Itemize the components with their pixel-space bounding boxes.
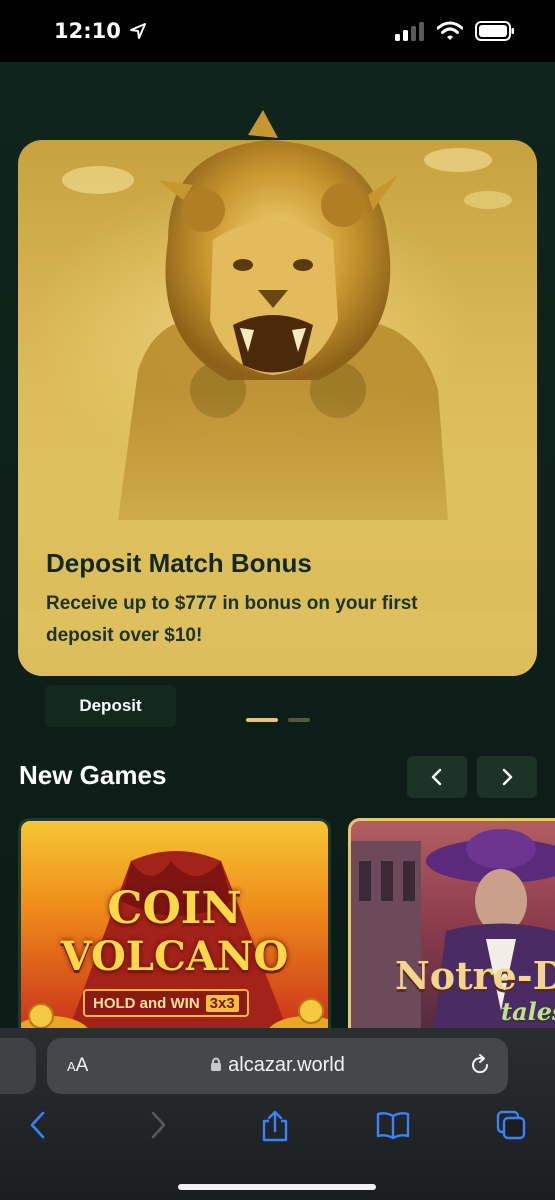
- casino-app: Deposit Match Bonus Receive up to $777 i…: [0, 62, 555, 1028]
- lock-icon: [211, 1057, 222, 1071]
- status-time: 12:10: [54, 19, 147, 43]
- promo-card[interactable]: Deposit Match Bonus Receive up to $777 i…: [18, 110, 537, 727]
- game-card-coin-volcano[interactable]: COIN VOLCANO HOLD and WIN 3x3: [18, 818, 331, 1028]
- browser-toolbar: [0, 1110, 555, 1150]
- carousel-dots: [246, 718, 310, 722]
- hold-and-win-badge: HOLD and WIN 3x3: [83, 989, 249, 1017]
- game-title-line2: tales: [501, 997, 555, 1026]
- promo-description: Receive up to $777 in bonus on your firs…: [46, 593, 418, 646]
- location-arrow-icon: [129, 23, 146, 39]
- promo-title: Deposit Match Bonus: [46, 548, 312, 578]
- game-title-line1: COIN: [107, 883, 242, 934]
- forward-icon[interactable]: [148, 1110, 168, 1140]
- address-bar[interactable]: AA alcazar.world: [47, 1038, 508, 1094]
- game-title-line2: VOLCANO: [60, 933, 289, 980]
- browser-bottom-bar: AA alcazar.world: [0, 1028, 555, 1200]
- previous-tab-peek[interactable]: [0, 1038, 36, 1094]
- share-icon[interactable]: [260, 1110, 290, 1142]
- lion-illustration: [18, 110, 537, 610]
- carousel-dot[interactable]: [288, 718, 310, 722]
- games-prev-button[interactable]: [407, 756, 467, 798]
- wifi-icon: [437, 21, 463, 40]
- new-games-title: New Games: [19, 760, 167, 790]
- deposit-button[interactable]: Deposit: [45, 685, 176, 727]
- cellular-signal-icon: [395, 22, 424, 41]
- url-text: alcazar.world: [228, 1054, 345, 1076]
- tabs-icon[interactable]: [496, 1110, 526, 1140]
- reload-icon[interactable]: [468, 1053, 492, 1077]
- status-icons: [395, 21, 515, 41]
- chevron-right-icon: [502, 768, 513, 786]
- chevron-left-icon: [431, 768, 442, 786]
- badge-text: HOLD and WIN: [93, 994, 200, 1012]
- status-bar: 12:10: [0, 0, 555, 62]
- bookmarks-icon[interactable]: [376, 1110, 410, 1140]
- badge-extra: 3x3: [205, 994, 239, 1012]
- url-display[interactable]: alcazar.world: [47, 1054, 508, 1077]
- battery-icon: [475, 21, 514, 41]
- home-indicator: [178, 1184, 376, 1190]
- games-next-button[interactable]: [477, 756, 537, 798]
- carousel-dot-active[interactable]: [246, 718, 278, 722]
- game-card-notre-dame[interactable]: Notre-D tales: [348, 818, 555, 1028]
- back-icon[interactable]: [28, 1110, 48, 1140]
- clock-text: 12:10: [54, 19, 121, 43]
- game-title-line1: Notre-D: [395, 953, 555, 998]
